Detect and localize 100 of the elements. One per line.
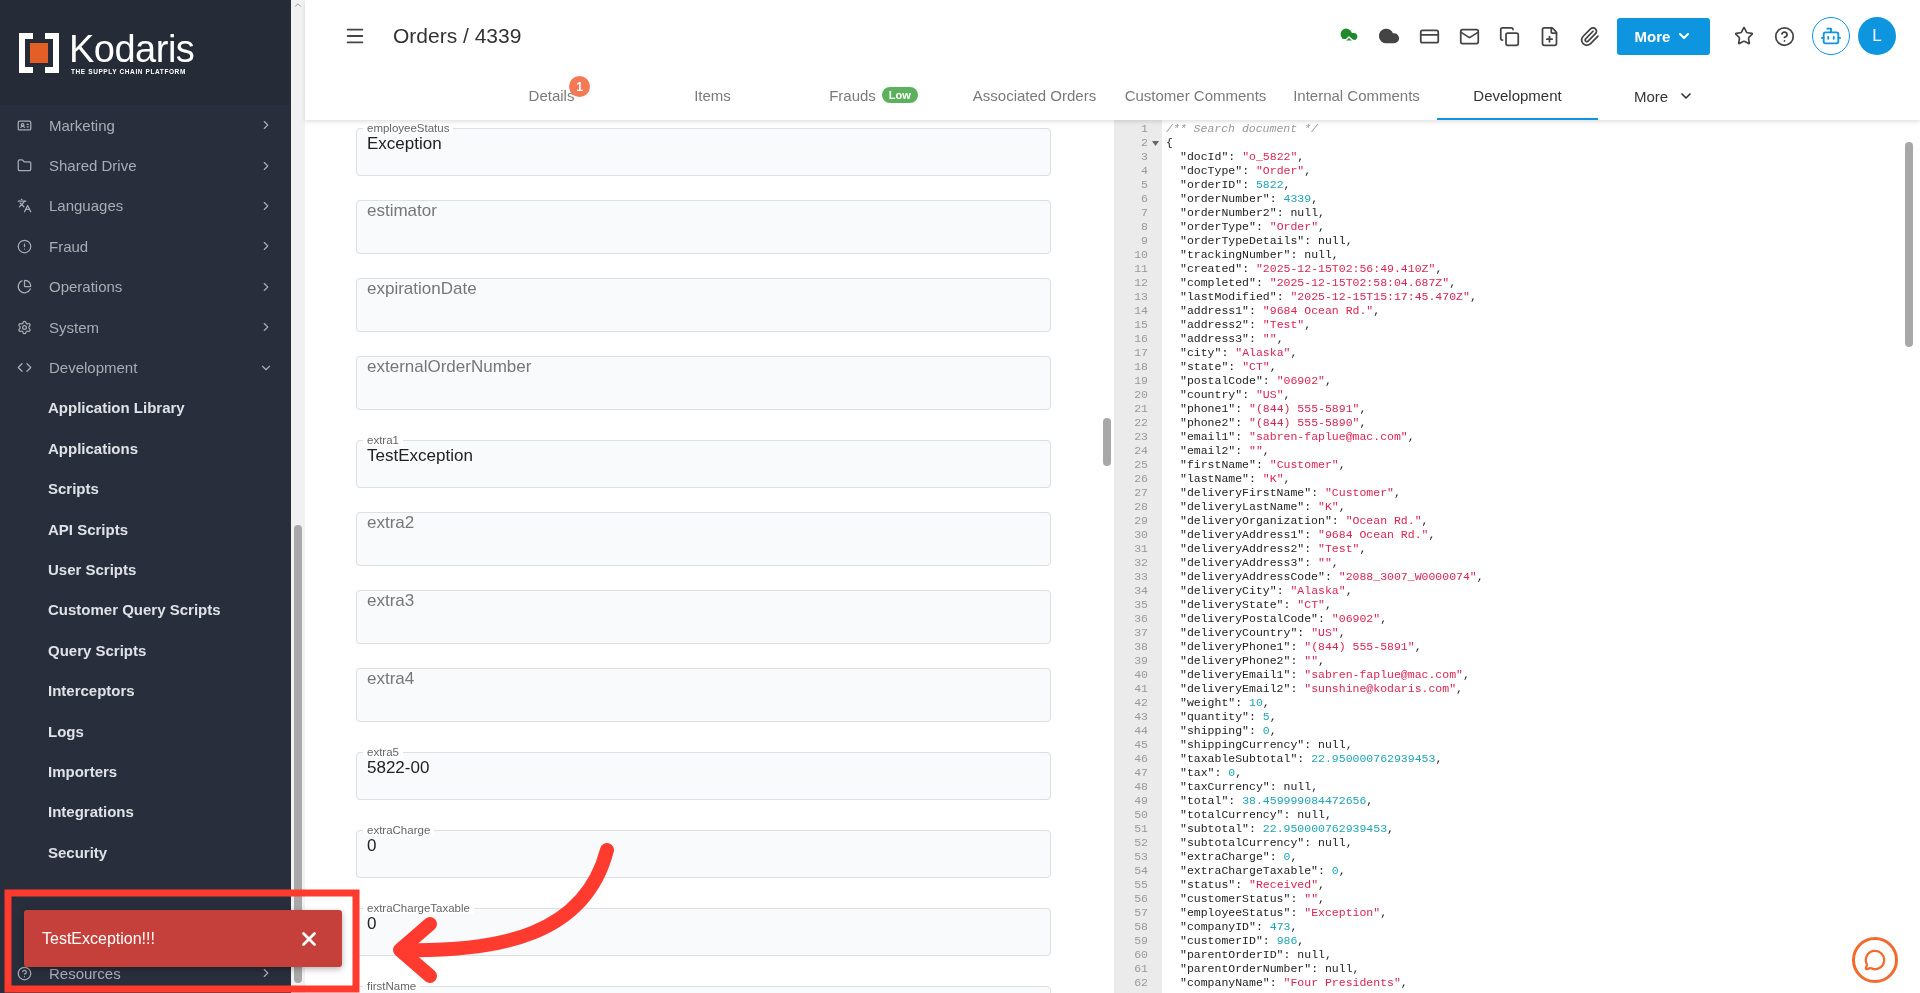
code-line: "companyName": "Four Presidents", [1179, 976, 1408, 990]
sidebar-item[interactable]: Operations [0, 266, 291, 307]
sidebar-subitem[interactable]: Applications [0, 428, 291, 469]
code-line: "deliveryOrganization": "Ocean Rd.", [1179, 514, 1429, 528]
text-field[interactable]: expirationDate [356, 278, 1051, 332]
brand-name: Kodaris [69, 30, 195, 68]
sidebar-item[interactable]: Shared Drive [0, 145, 291, 186]
sidebar-subitem[interactable]: Query Scripts [0, 630, 291, 671]
text-input[interactable]: 0 [367, 836, 1040, 856]
line-number: 47 [1133, 766, 1149, 780]
code-line: "orderID": 5822, [1179, 178, 1291, 192]
code-line: "phone1": "(844) 555-5891", [1179, 402, 1367, 416]
line-number: 22 [1133, 416, 1149, 430]
line-number: 53 [1133, 850, 1149, 864]
line-number: 8 [1140, 220, 1149, 234]
tab-label: Customer Comments [1124, 86, 1267, 104]
text-input[interactable]: expirationDate [367, 279, 1040, 299]
text-input[interactable]: extra4 [367, 669, 1040, 689]
text-input[interactable]: TestException [367, 446, 1040, 466]
pie-chart-icon [17, 279, 32, 295]
sidebar-subitem[interactable]: Application Library [0, 387, 291, 429]
code-line: "docType": "Order", [1179, 164, 1312, 178]
text-field[interactable]: extra2 [356, 512, 1051, 566]
sidebar-item[interactable]: Languages [0, 185, 291, 227]
line-number: 19 [1133, 374, 1149, 388]
line-number: 49 [1133, 794, 1149, 808]
code-line: "country": "US", [1179, 388, 1291, 402]
text-field[interactable]: extra5 5822-00 [356, 746, 1051, 800]
sidebar-subitem[interactable]: Logs [0, 710, 291, 752]
line-number: 51 [1133, 822, 1149, 836]
sidebar-subitem[interactable]: User Scripts [0, 549, 291, 590]
tab-label: Development [1473, 86, 1562, 104]
text-field[interactable]: extra1 TestException [356, 434, 1051, 488]
code-line: "parentOrderNumber": null, [1179, 962, 1360, 976]
code-line: "customerID": 986, [1179, 934, 1305, 948]
sidebar-subitem[interactable]: Security [0, 832, 291, 873]
tab[interactable]: Items [632, 72, 793, 120]
star-icon [1734, 26, 1754, 46]
status-tag: Low [881, 87, 918, 103]
text-input[interactable]: 5822-00 [367, 758, 1040, 778]
page-title: Orders / 4339 [393, 24, 523, 48]
sidebar-item[interactable]: System [0, 306, 291, 348]
field-label: firstName [363, 980, 421, 992]
translate-icon [17, 198, 32, 214]
tab[interactable]: Frauds Low [793, 72, 954, 120]
text-input[interactable]: 0 [367, 914, 1040, 934]
text-field[interactable]: estimator [356, 200, 1051, 254]
sidebar-subitem[interactable]: Customer Query Scripts [0, 589, 291, 631]
line-number: 31 [1133, 542, 1149, 556]
line-number: 4 [1140, 164, 1149, 178]
tab[interactable]: Internal Comments [1276, 72, 1437, 120]
fold-caret-icon[interactable] [1152, 141, 1159, 146]
sidebar-item[interactable]: Resources [0, 953, 291, 993]
line-number: 2 [1114, 136, 1162, 150]
code-line: "shipping": 0, [1179, 724, 1277, 738]
text-field[interactable]: employeeStatus Exception [356, 122, 1051, 176]
text-field[interactable]: externalOrderNumber [356, 356, 1051, 410]
line-number: 37 [1133, 626, 1149, 640]
text-input[interactable]: estimator [367, 201, 1040, 221]
line-number: 14 [1133, 304, 1149, 318]
line-number: 46 [1133, 752, 1149, 766]
text-input[interactable]: extra3 [367, 591, 1040, 611]
sidebar-subitem[interactable]: API Scripts [0, 508, 291, 550]
line-number: 26 [1133, 472, 1149, 486]
code-line: "taxableSubtotal": 22.950000762939453, [1179, 752, 1443, 766]
code-line: /** Search document */ [1166, 122, 1318, 136]
chat-button[interactable] [1852, 937, 1898, 983]
text-input[interactable]: extra2 [367, 513, 1040, 533]
text-input[interactable]: Exception [367, 134, 1040, 154]
code-line: "deliveryEmail1": "sabren-faplue@mac.com", [1179, 668, 1470, 682]
sidebar-subitem[interactable]: Integrations [0, 791, 291, 833]
tab[interactable]: Associated Orders [954, 72, 1115, 120]
line-number: 23 [1133, 430, 1149, 444]
sidebar-item[interactable]: Fraud [0, 226, 291, 267]
sidebar-subitem[interactable]: Scripts [0, 468, 291, 509]
code-line: { [1166, 136, 1173, 150]
text-field[interactable]: extraCharge 0 [356, 824, 1051, 878]
sidebar-subitem[interactable]: Importers [0, 751, 291, 792]
text-input[interactable]: externalOrderNumber [367, 357, 1040, 377]
scrollbar-thumb[interactable] [1103, 418, 1111, 466]
line-number: 13 [1133, 290, 1149, 304]
code-line: "lastModified": "2025-12-15T15:17:45.470Z", [1179, 290, 1477, 304]
bot-button[interactable] [1812, 17, 1850, 55]
line-number: 5 [1140, 178, 1149, 192]
text-field[interactable]: extra3 [356, 590, 1051, 644]
sidebar-item[interactable]: Development [0, 347, 291, 388]
line-number: 18 [1133, 360, 1149, 374]
code-line: "deliveryLastName": "K", [1179, 500, 1346, 514]
code-line: "deliveryAddress2": "Test", [1179, 542, 1367, 556]
line-number: 58 [1133, 920, 1149, 934]
sidebar-item[interactable]: Marketing [0, 105, 291, 146]
sidebar-subitem[interactable]: Interceptors [0, 670, 291, 711]
line-number: 48 [1133, 780, 1149, 794]
scrollbar-thumb[interactable] [1905, 142, 1913, 347]
code-line: "orderNumber2": null, [1179, 206, 1325, 220]
text-field[interactable]: extra4 [356, 668, 1051, 722]
more-tab[interactable]: More [1598, 72, 1695, 120]
line-number: 20 [1133, 388, 1149, 402]
tab[interactable]: Customer Comments [1115, 72, 1276, 120]
code-line: "deliveryCity": "Alaska", [1179, 584, 1353, 598]
